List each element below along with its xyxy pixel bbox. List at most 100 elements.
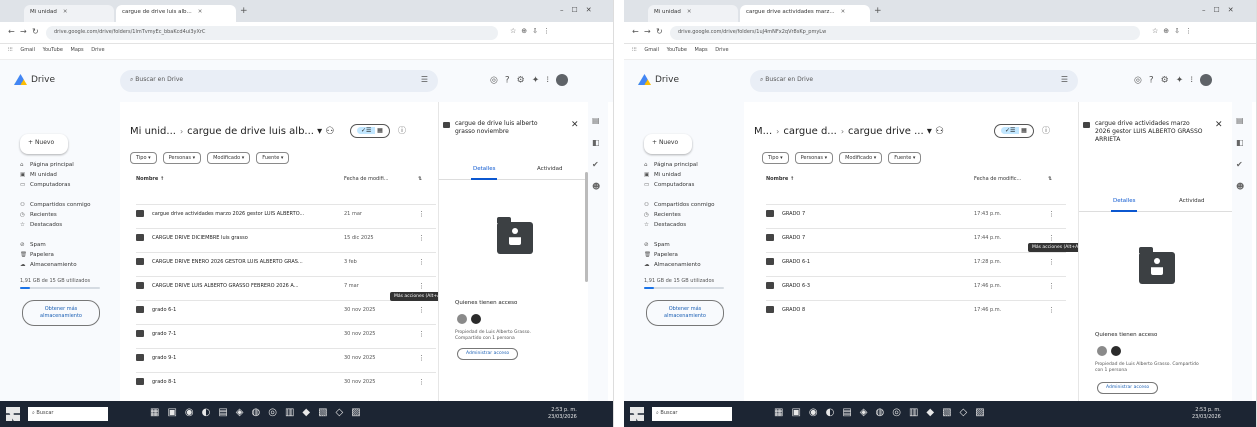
browser-tab-active[interactable]: cargue de drive luis alb... ✕	[116, 5, 236, 22]
get-storage-button[interactable]: Obtener más almacenamiento	[646, 300, 724, 326]
forward-icon[interactable]: →	[644, 27, 651, 36]
bookmark-item[interactable]: Maps	[695, 47, 708, 53]
grid-view-icon[interactable]: ▦	[377, 127, 383, 134]
table-row[interactable]: CARGUE DRIVE DICIEMBRE luis grasso 15 dic…	[136, 228, 436, 248]
search-options-icon[interactable]: ☰	[421, 75, 428, 84]
new-tab-icon[interactable]: +	[874, 6, 882, 16]
drive-logo[interactable]: Drive	[14, 74, 55, 85]
new-tab-icon[interactable]: +	[240, 6, 248, 16]
filter-modified[interactable]: Modificado ▾	[207, 152, 251, 164]
window-controls[interactable]: –☐✕	[1202, 6, 1242, 14]
breadcrumb-item[interactable]: cargue d...	[783, 126, 836, 137]
breadcrumb-current[interactable]: cargue de drive luis alb...	[187, 126, 314, 137]
table-row[interactable]: grado 6-1 30 nov 2025 ⋮	[136, 300, 436, 320]
sidebar-item-computers[interactable]: ▭ Computadoras	[644, 182, 694, 188]
search-options-icon[interactable]: ☰	[1061, 75, 1068, 84]
apps-icon[interactable]: ⁝⁝⁝	[632, 47, 637, 53]
sidebar-item-shared[interactable]: ⚇ Compartidos conmigo	[644, 202, 714, 208]
calendar-icon[interactable]: ▤	[592, 116, 600, 125]
new-button[interactable]: + Nuevo	[20, 134, 68, 154]
bookmark-item[interactable]: Maps	[71, 47, 84, 53]
table-row[interactable]: GRADO 6-1 17:28 p.m. ⋮	[766, 252, 1066, 272]
reload-icon[interactable]: ↻	[656, 27, 663, 36]
new-button[interactable]: + Nuevo	[644, 134, 692, 154]
browser-toolbar-icons[interactable]: ☆⊕⇩⋮	[1152, 27, 1197, 35]
close-icon[interactable]: ✕	[63, 9, 68, 15]
info-icon[interactable]: ⓘ	[398, 125, 406, 136]
chevron-down-icon[interactable]: ▾	[314, 126, 322, 137]
manage-access-button[interactable]: Administrar acceso	[1097, 382, 1159, 394]
grid-view-icon[interactable]: ▦	[1021, 127, 1027, 134]
more-actions-icon[interactable]: ⋮	[1048, 210, 1055, 218]
filter-source[interactable]: Fuente ▾	[256, 152, 290, 164]
apps-grid-icon[interactable]: ⁝	[1190, 76, 1200, 86]
avatar[interactable]	[1111, 346, 1121, 356]
browser-tab-active[interactable]: cargue drive actividades marz... ✕	[740, 5, 870, 22]
browser-tab[interactable]: Mi unidad ✕	[648, 5, 738, 22]
settings-icon[interactable]: ⚙	[1161, 76, 1176, 86]
close-icon[interactable]: ✕	[687, 9, 692, 15]
url-field[interactable]: drive.google.com/drive/folders/1uJ4mNFx2…	[670, 26, 1140, 40]
tab-details[interactable]: Detalles	[470, 166, 498, 180]
tab-activity[interactable]: Actividad	[1179, 198, 1205, 204]
view-toggle[interactable]: ✓☰ ▦	[350, 124, 390, 138]
avatar[interactable]	[1097, 346, 1107, 356]
table-row[interactable]: CARGUE DRIVE ENERO 2026 GESTOR LUIS ALBE…	[136, 252, 436, 272]
close-icon[interactable]: ✕	[841, 9, 846, 15]
column-name[interactable]: Nombre ↑	[766, 176, 794, 182]
list-view-icon[interactable]: ✓☰	[1001, 127, 1020, 134]
table-row[interactable]: grado 7-1 30 nov 2025 ⋮	[136, 324, 436, 344]
sidebar-item-my-drive[interactable]: ▣ Mi unidad	[20, 172, 57, 178]
settings-icon[interactable]: ⚙	[517, 76, 532, 86]
taskbar-search[interactable]: ⌕ Buscar	[652, 407, 732, 421]
sidebar-item-recent[interactable]: ◷ Recientes	[644, 212, 681, 218]
filter-source[interactable]: Fuente ▾	[888, 152, 922, 164]
forward-icon[interactable]: →	[20, 27, 27, 36]
filter-type[interactable]: Tipo ▾	[762, 152, 789, 164]
sidebar-item-spam[interactable]: ⊘ Spam	[644, 242, 670, 248]
system-clock[interactable]: 2:53 p. m. 23/03/2026	[548, 407, 577, 421]
more-actions-icon[interactable]: ⋮	[1048, 306, 1055, 314]
sidebar-item-computers[interactable]: ▭ Computadoras	[20, 182, 70, 188]
sort-icon[interactable]: ⇅	[418, 176, 422, 182]
calendar-icon[interactable]: ▤	[1236, 116, 1244, 125]
more-actions-icon[interactable]: ⋮	[418, 258, 425, 266]
breadcrumb-current[interactable]: cargue drive ...	[848, 126, 924, 137]
keep-icon[interactable]: ◧	[592, 138, 600, 147]
get-storage-button[interactable]: Obtener más almacenamiento	[22, 300, 100, 326]
avatar[interactable]	[457, 314, 467, 324]
reload-icon[interactable]: ↻	[32, 27, 39, 36]
offline-status-icon[interactable]: ◎	[1134, 76, 1149, 86]
apps-grid-icon[interactable]: ⁝	[546, 76, 556, 86]
sidebar-item-trash[interactable]: 🗑 Papelera	[644, 252, 678, 258]
more-actions-icon[interactable]: ⋮	[1048, 234, 1055, 242]
filter-type[interactable]: Tipo ▾	[130, 152, 157, 164]
sidebar-item-spam[interactable]: ⊘ Spam	[20, 242, 46, 248]
sidebar-item-my-drive[interactable]: ▣ Mi unidad	[644, 172, 681, 178]
avatar[interactable]	[1200, 74, 1213, 86]
more-actions-icon[interactable]: ⋮	[418, 282, 425, 290]
more-actions-icon[interactable]: ⋮	[418, 330, 425, 338]
people-icon[interactable]: ⚇	[932, 126, 944, 137]
column-modified[interactable]: Fecha de modifi...	[344, 176, 389, 182]
avatar[interactable]	[556, 74, 569, 86]
gemini-icon[interactable]: ✦	[532, 76, 547, 86]
close-icon[interactable]: ✕	[571, 120, 579, 130]
more-actions-icon[interactable]: ⋮	[1048, 282, 1055, 290]
tasks-icon[interactable]: ✔	[592, 160, 599, 169]
bookmark-item[interactable]: YouTube	[43, 47, 63, 53]
sidebar-item-trash[interactable]: 🗑 Papelera	[20, 252, 54, 258]
chevron-down-icon[interactable]: ▾	[924, 126, 932, 137]
apps-icon[interactable]: ⁝⁝⁝	[8, 47, 13, 53]
help-icon[interactable]: ?	[505, 76, 517, 86]
close-icon[interactable]: ✕	[1215, 120, 1223, 130]
breadcrumb-item[interactable]: Mi unid...	[130, 126, 176, 137]
gemini-icon[interactable]: ✦	[1176, 76, 1191, 86]
table-row[interactable]: cargue drive actividades marzo 2026 gest…	[136, 204, 436, 224]
table-row[interactable]: grado 8-1 30 nov 2025 ⋮	[136, 372, 436, 392]
sidebar-item-shared[interactable]: ⚇ Compartidos conmigo	[20, 202, 90, 208]
more-actions-icon[interactable]: ⋮	[418, 234, 425, 242]
info-icon[interactable]: ⓘ	[1042, 125, 1050, 136]
close-icon[interactable]: ✕	[198, 9, 203, 15]
offline-status-icon[interactable]: ◎	[490, 76, 505, 86]
